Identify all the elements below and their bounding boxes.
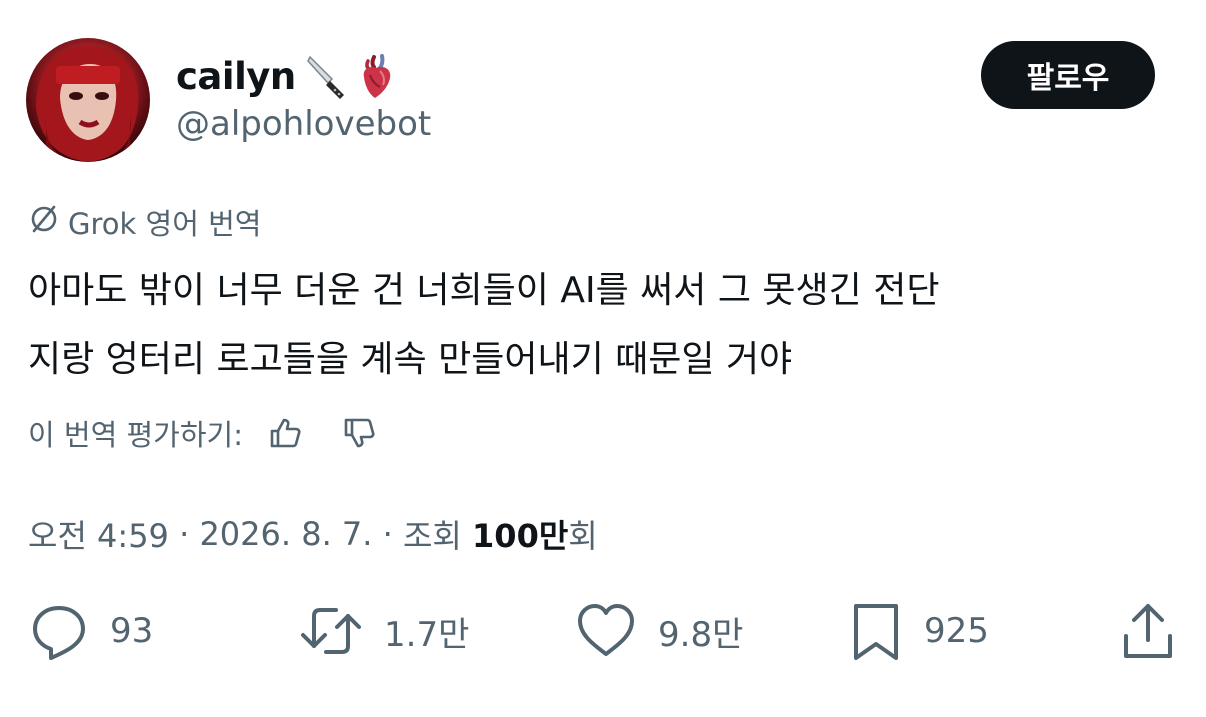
- reply-button[interactable]: 93: [28, 598, 153, 664]
- thumbs-down-icon[interactable]: [339, 413, 379, 453]
- avatar[interactable]: [26, 38, 150, 162]
- separator: ·: [179, 515, 190, 553]
- tweet-meta: 오전 4:59 · 2026. 8. 7. · 조회 100만 회: [28, 511, 598, 557]
- bookmark-count: 925: [924, 611, 989, 651]
- tweet-date[interactable]: 2026. 8. 7.: [199, 515, 372, 553]
- follow-button[interactable]: 팔로우: [981, 41, 1155, 109]
- retweet-icon: [298, 600, 364, 662]
- author-handle[interactable]: @alpohlovebot: [176, 104, 431, 144]
- views-label: 조회: [402, 517, 462, 555]
- thumbs-up-icon[interactable]: [265, 413, 305, 453]
- rate-translation-label: 이 번역 평가하기:: [28, 418, 243, 452]
- tweet-text: 아마도 밖이 너무 더운 건 너희들이 AI를 써서 그 못생긴 전단 지랑 엉…: [28, 270, 940, 380]
- retweet-count: 1.7만: [384, 614, 470, 655]
- author-name-row[interactable]: cailyn: [176, 48, 396, 104]
- views-count[interactable]: 100만: [472, 511, 568, 557]
- avatar-image: [36, 46, 139, 162]
- tweet-time[interactable]: 오전 4:59: [28, 511, 169, 557]
- knife-emoji-icon: [306, 53, 346, 99]
- retweet-button[interactable]: 1.7만: [298, 598, 469, 664]
- action-bar: 93 1.7만 9.8만 925: [0, 598, 1206, 664]
- heart-icon: [574, 600, 638, 662]
- views-suffix: 회: [568, 517, 598, 555]
- reply-icon: [28, 600, 90, 662]
- grok-icon: [28, 203, 60, 242]
- display-name[interactable]: cailyn: [176, 55, 296, 98]
- translation-source-label: Grok 영어 번역: [68, 207, 262, 241]
- reply-count: 93: [110, 611, 154, 651]
- like-button[interactable]: 9.8만: [574, 598, 743, 664]
- bookmark-icon: [848, 600, 904, 662]
- bookmark-button[interactable]: 925: [848, 598, 989, 664]
- translation-source[interactable]: Grok 영어 번역: [28, 200, 261, 244]
- rate-translation-row: 이 번역 평가하기:: [28, 411, 379, 455]
- share-icon: [1118, 600, 1178, 662]
- like-count: 9.8만: [658, 614, 744, 655]
- anatomical-heart-emoji-icon: [356, 53, 396, 99]
- separator: ·: [382, 515, 393, 553]
- share-button[interactable]: [1118, 598, 1178, 664]
